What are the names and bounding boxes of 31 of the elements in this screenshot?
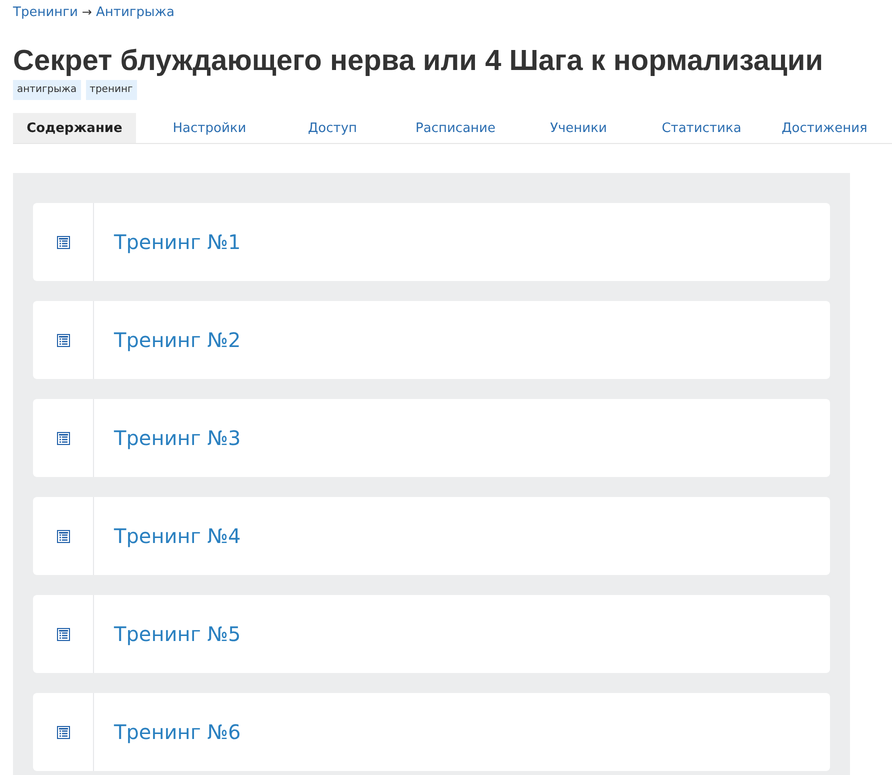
lesson-card[interactable]: Тренинг №6: [33, 693, 830, 771]
lesson-card[interactable]: Тренинг №3: [33, 399, 830, 477]
tab[interactable]: Статистика: [640, 113, 763, 143]
page-title: Секрет блуждающего нерва или 4 Шага к нормализации: [13, 44, 824, 78]
lesson-title[interactable]: Тренинг №4: [114, 524, 241, 548]
tab[interactable]: Ученики: [517, 113, 640, 143]
breadcrumb-separator: →: [82, 5, 92, 19]
tab[interactable]: Доступ: [271, 113, 394, 143]
lesson-title[interactable]: Тренинг №3: [114, 426, 241, 450]
tab[interactable]: Содержание: [13, 113, 136, 143]
list-icon: [56, 530, 70, 542]
lesson-title[interactable]: Тренинг №5: [114, 622, 241, 646]
lesson-card[interactable]: Тренинг №1: [33, 203, 830, 281]
tag[interactable]: антигрыжа: [13, 80, 81, 100]
lesson-title[interactable]: Тренинг №6: [114, 720, 241, 744]
tab[interactable]: Расписание: [394, 113, 517, 143]
list-icon: [56, 236, 70, 248]
list-icon: [56, 334, 70, 346]
list-icon: [56, 726, 70, 738]
lesson-card[interactable]: Тренинг №4: [33, 497, 830, 575]
breadcrumb-link[interactable]: Антигрыжа: [96, 4, 174, 20]
lesson-card[interactable]: Тренинг №5: [33, 595, 830, 673]
list-icon: [56, 432, 70, 444]
lesson-title[interactable]: Тренинг №2: [114, 328, 241, 352]
breadcrumb-link[interactable]: Тренинги: [13, 4, 78, 20]
tab[interactable]: Настройки: [148, 113, 271, 143]
lesson-card[interactable]: Тренинг №2: [33, 301, 830, 379]
tab[interactable]: Достижения: [763, 113, 886, 143]
lesson-title[interactable]: Тренинг №1: [114, 230, 241, 254]
tag[interactable]: тренинг: [86, 80, 137, 100]
list-icon: [56, 628, 70, 640]
